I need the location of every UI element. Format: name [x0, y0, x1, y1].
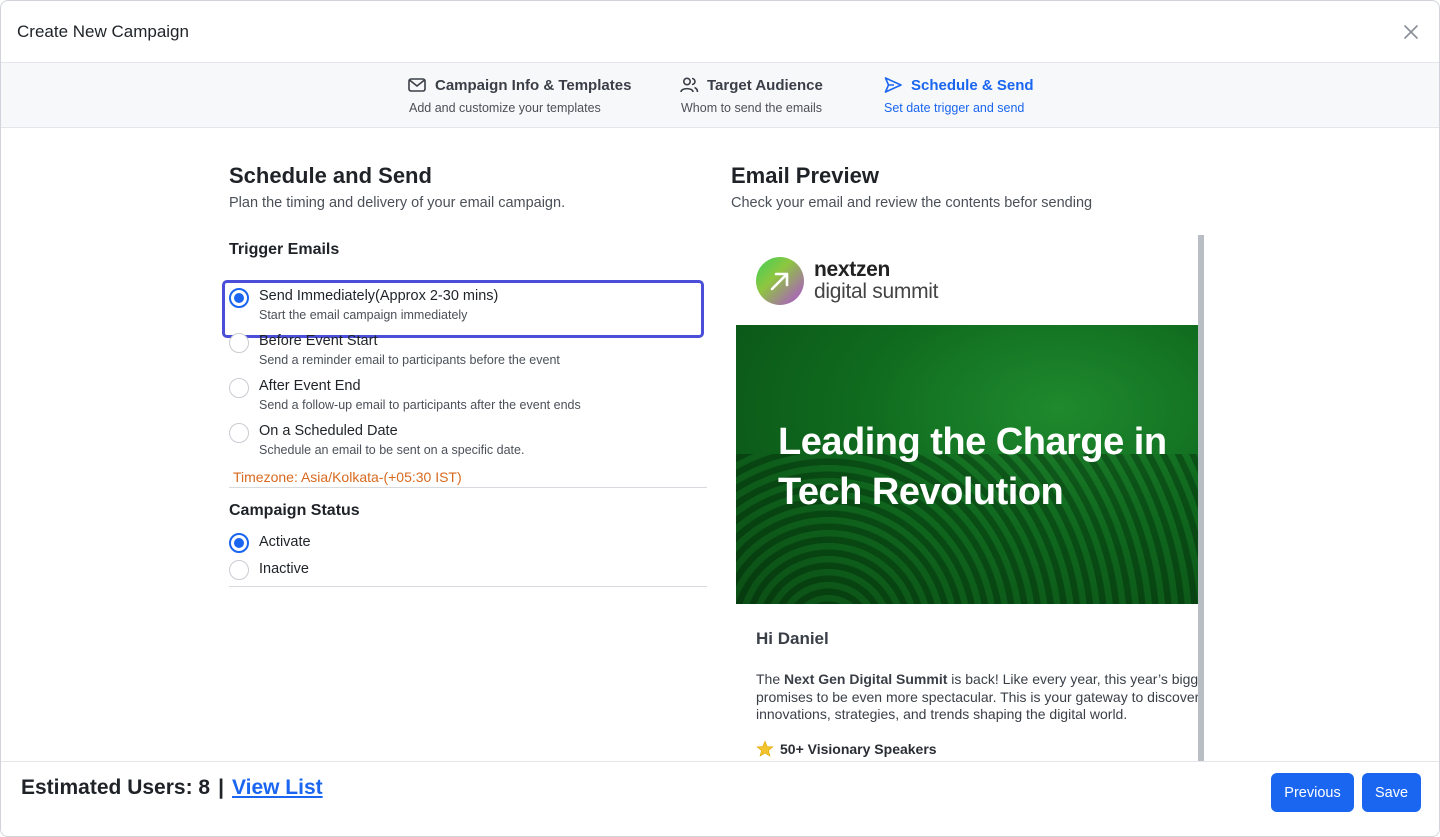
previous-button[interactable]: Previous: [1271, 773, 1354, 812]
radio-label: After Event End: [259, 378, 361, 394]
radio-description: Schedule an email to be sent on a specif…: [259, 443, 525, 457]
view-list-link[interactable]: View List: [232, 776, 323, 800]
trigger-emails-title: Trigger Emails: [229, 241, 340, 258]
modal-title: Create New Campaign: [17, 21, 189, 41]
campaign-status-title: Campaign Status: [229, 502, 360, 519]
schedule-panel: Schedule and Send Plan the timing and de…: [222, 163, 707, 587]
separator: |: [218, 776, 224, 799]
email-body: The Next Gen Digital Summit is back! Lik…: [756, 671, 1198, 724]
preview-subtitle: Check your email and review the contents…: [731, 195, 1093, 211]
brand-logo: nextzen digital summit: [756, 257, 938, 305]
banner-headline: Leading the Charge in Tech Revolution: [778, 417, 1198, 517]
status-option-inactive[interactable]: Inactive: [229, 560, 309, 580]
estimated-users: Estimated Users: 8 | View List: [21, 776, 323, 800]
step-campaign-info[interactable]: Campaign Info & Templates Add and custom…: [407, 75, 631, 115]
body-rest: is back! Like every year, this year’s bi…: [947, 671, 1198, 687]
divider: [229, 487, 707, 488]
close-icon: [1404, 24, 1418, 39]
stepper: Campaign Info & Templates Add and custom…: [1, 63, 1439, 128]
create-campaign-modal: Create New Campaign Campaign Info & Temp…: [0, 0, 1440, 837]
speakers-highlight: 50+ Visionary Speakers: [756, 740, 937, 758]
radio-label: Activate: [259, 534, 311, 550]
step-schedule-send[interactable]: Schedule & Send Set date trigger and sen…: [883, 75, 1034, 116]
logo-subtitle: digital summit: [814, 280, 939, 303]
email-banner-image: Leading the Charge in Tech Revolution: [736, 325, 1198, 604]
save-button[interactable]: Save: [1362, 773, 1421, 812]
radio-description: Start the email campaign immediately: [259, 308, 468, 322]
radio-button[interactable]: [229, 560, 249, 580]
speakers-text: 50+ Visionary Speakers: [780, 741, 937, 757]
trigger-option-scheduled-date[interactable]: On a Scheduled Date Schedule an email to…: [229, 423, 524, 457]
status-option-activate[interactable]: Activate: [229, 533, 311, 553]
star-icon: [756, 740, 774, 757]
timezone-label: Timezone: Asia/Kolkata-(+05:30 IST): [233, 469, 462, 485]
radio-label: Before Event Start: [259, 333, 378, 349]
users-icon: [680, 77, 699, 93]
trigger-option-send-immediately[interactable]: Send Immediately(Approx 2-30 mins) Start…: [229, 288, 498, 322]
schedule-title: Schedule and Send: [229, 163, 432, 188]
body-event-name: Next Gen Digital Summit: [784, 671, 948, 687]
modal-footer: Estimated Users: 8 | View List Previous …: [1, 761, 1439, 836]
body-prefix: The: [756, 671, 785, 687]
banner-line: Tech Revolution: [778, 471, 1064, 513]
step-subtitle: Whom to send the emails: [681, 101, 823, 115]
step-subtitle: Set date trigger and send: [884, 101, 1025, 115]
body-line: innovations, strategies, and trends shap…: [756, 706, 1128, 722]
step-title: Campaign Info & Templates: [435, 76, 632, 94]
mail-icon: [408, 78, 426, 92]
radio-button[interactable]: [229, 423, 249, 443]
radio-label: Inactive: [259, 561, 309, 577]
divider: [229, 586, 707, 587]
preview-title: Email Preview: [731, 163, 879, 188]
email-greeting: Hi Daniel: [756, 629, 829, 648]
close-button[interactable]: [1399, 20, 1423, 44]
estimated-users-label: Estimated Users: 8: [21, 776, 211, 799]
step-subtitle: Add and customize your templates: [409, 101, 601, 115]
step-title: Target Audience: [707, 76, 823, 94]
trigger-option-before-event-start[interactable]: Before Event Start Send a reminder email…: [229, 333, 560, 367]
modal-header: Create New Campaign: [1, 1, 1439, 63]
banner-line: Leading the Charge in: [778, 421, 1167, 463]
preview-scrollbar[interactable]: [1198, 235, 1204, 761]
email-preview-header: Email Preview Check your email and revie…: [731, 163, 1211, 211]
radio-description: Send a reminder email to participants be…: [259, 353, 560, 367]
radio-label: On a Scheduled Date: [259, 423, 398, 439]
body-line: promises to be even more spectacular. Th…: [756, 688, 1198, 705]
radio-button[interactable]: [229, 533, 249, 553]
radio-button[interactable]: [229, 333, 249, 353]
send-icon: [884, 77, 902, 93]
logo-name: nextzen: [814, 258, 891, 281]
trigger-option-after-event-end[interactable]: After Event End Send a follow-up email t…: [229, 378, 581, 412]
radio-button[interactable]: [229, 288, 249, 308]
radio-description: Send a follow-up email to participants a…: [259, 398, 581, 412]
email-preview-frame[interactable]: nextzen digital summit Leading the Charg…: [736, 235, 1198, 761]
schedule-subtitle: Plan the timing and delivery of your ema…: [229, 195, 566, 211]
step-target-audience[interactable]: Target Audience Whom to send the emails: [679, 75, 823, 115]
radio-button[interactable]: [229, 378, 249, 398]
step-title: Schedule & Send: [911, 76, 1034, 94]
radio-label: Send Immediately(Approx 2-30 mins): [259, 288, 499, 304]
scrollbar-thumb[interactable]: [1198, 235, 1204, 761]
logo-mark-icon: [756, 257, 804, 305]
